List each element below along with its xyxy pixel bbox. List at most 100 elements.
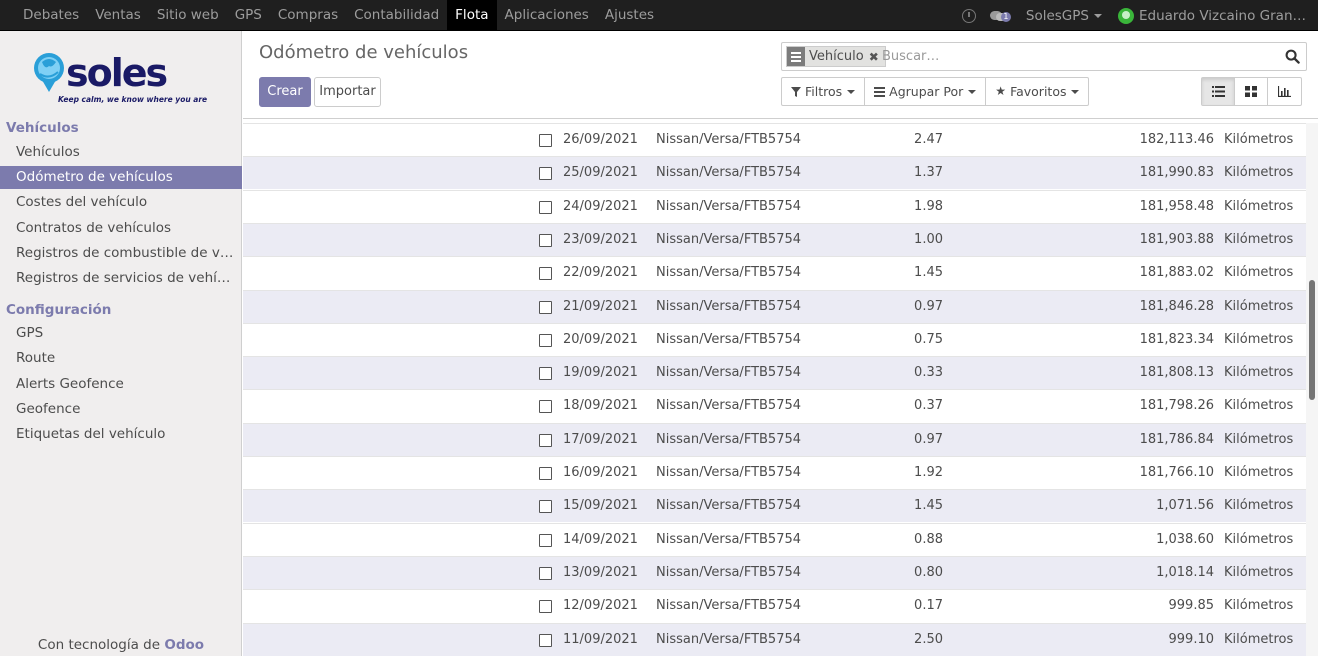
table-row[interactable]: 14/09/2021 Nissan/Versa/FTB5754 0.88 1,038.… — [243, 522, 1306, 556]
user-menu[interactable]: Eduardo Vizcaino Gran… — [1139, 8, 1306, 24]
menu-aplicaciones[interactable]: Aplicaciones — [497, 0, 597, 31]
soles-logo[interactable]: soles Keep calm, we know where you are — [30, 46, 210, 108]
row-checkbox[interactable] — [539, 167, 552, 181]
sidebar-item-contratos[interactable]: Contratos de vehículos — [0, 217, 242, 240]
value-cell: 0.37 — [914, 398, 943, 414]
value-cell: 0.80 — [914, 564, 943, 580]
sidebar-item-odometro[interactable]: Odómetro de vehículos — [0, 166, 242, 189]
table-row[interactable]: 25/09/2021 Nissan/Versa/FTB5754 1.37 181,99… — [243, 156, 1306, 190]
unit-cell: Kilómetros — [1224, 265, 1294, 281]
groupby-facet-icon — [787, 47, 805, 66]
row-checkbox[interactable] — [539, 367, 552, 381]
activity-clock-icon[interactable] — [961, 8, 976, 23]
favorites-label: Favoritos — [1010, 84, 1067, 99]
table-row[interactable]: 21/09/2021 Nissan/Versa/FTB5754 0.97 181,84… — [243, 289, 1306, 323]
odometer-cell: 181,846.28 — [1139, 298, 1214, 314]
sidebar-item-alerts-geofence[interactable]: Alerts Geofence — [0, 373, 242, 396]
table-row[interactable]: 26/09/2021 Nissan/Versa/FTB5754 2.47 182,11… — [243, 123, 1306, 156]
sidebar-item-geofence[interactable]: Geofence — [0, 398, 242, 421]
vehicle-cell: Nissan/Versa/FTB5754 — [656, 165, 802, 181]
unit-cell: Kilómetros — [1224, 598, 1294, 614]
table-row[interactable]: 16/09/2021 Nissan/Versa/FTB5754 1.92 181,76… — [243, 456, 1306, 489]
row-checkbox[interactable] — [539, 600, 552, 614]
sidebar-item-costes[interactable]: Costes del vehículo — [0, 191, 242, 214]
row-checkbox[interactable] — [539, 533, 552, 547]
sidebar-item-vehiculos[interactable]: Vehículos — [0, 141, 242, 164]
table-row[interactable]: 23/09/2021 Nissan/Versa/FTB5754 1.00 181,90… — [243, 222, 1306, 256]
vehicle-cell: Nissan/Versa/FTB5754 — [656, 365, 802, 381]
menu-ajustes[interactable]: Ajustes — [597, 0, 662, 31]
sidebar-item-etiquetas[interactable]: Etiquetas del vehículo — [0, 423, 242, 446]
row-checkbox[interactable] — [539, 233, 552, 247]
value-cell: 0.97 — [914, 298, 943, 314]
odometer-cell: 999.85 — [1168, 598, 1215, 614]
menu-gps[interactable]: GPS — [227, 0, 270, 31]
row-checkbox[interactable] — [539, 134, 552, 147]
scrollbar-thumb[interactable] — [1309, 280, 1315, 400]
row-checkbox[interactable] — [539, 467, 552, 480]
groupby-button[interactable]: Agrupar Por — [865, 78, 987, 105]
row-checkbox[interactable] — [539, 400, 552, 414]
value-cell: 2.50 — [914, 631, 943, 647]
vehicle-cell: Nissan/Versa/FTB5754 — [656, 231, 802, 247]
row-checkbox[interactable] — [539, 300, 552, 314]
table-row[interactable]: 18/09/2021 Nissan/Versa/FTB5754 0.37 181,79… — [243, 389, 1306, 422]
menu-ventas[interactable]: Ventas — [87, 0, 149, 31]
row-checkbox[interactable] — [539, 500, 552, 514]
table-row[interactable]: 24/09/2021 Nissan/Versa/FTB5754 1.98 181,95… — [243, 189, 1306, 223]
row-checkbox[interactable] — [539, 333, 552, 347]
list-scrollbar[interactable] — [1306, 123, 1318, 656]
sidebar-item-combustible[interactable]: Registros de combustible de v… — [0, 242, 242, 265]
chevron-down-icon — [1071, 89, 1080, 94]
menu-contabilidad[interactable]: Contabilidad — [346, 0, 447, 31]
unit-cell: Kilómetros — [1224, 331, 1294, 347]
vehicle-cell: Nissan/Versa/FTB5754 — [656, 198, 802, 214]
odometer-cell: 1,071.56 — [1156, 498, 1214, 514]
filter-icon — [791, 86, 801, 97]
row-checkbox[interactable] — [539, 633, 552, 647]
control-panel: Odómetro de vehículos Crear Importar Veh… — [243, 31, 1318, 119]
row-checkbox[interactable] — [539, 200, 552, 214]
date-cell: 19/09/2021 — [563, 365, 638, 381]
table-row[interactable]: 20/09/2021 Nissan/Versa/FTB5754 0.75 181,82… — [243, 322, 1306, 356]
table-row[interactable]: 22/09/2021 Nissan/Versa/FTB5754 1.45 181,88… — [243, 256, 1306, 289]
odometer-cell: 181,798.26 — [1139, 398, 1214, 414]
create-button[interactable]: Crear — [259, 77, 311, 107]
remove-facet-icon[interactable]: ✖ — [869, 50, 879, 64]
company-switcher[interactable]: SolesGPS — [1026, 8, 1102, 24]
table-row[interactable]: 17/09/2021 Nissan/Versa/FTB5754 0.97 181,78… — [243, 422, 1306, 456]
table-row[interactable]: 15/09/2021 Nissan/Versa/FTB5754 1.45 1,071.… — [243, 489, 1306, 523]
messages-icon[interactable]: 1 — [989, 10, 1011, 22]
row-checkbox[interactable] — [539, 433, 552, 447]
date-cell: 21/09/2021 — [563, 298, 638, 314]
svg-text:Keep calm, we know where you a: Keep calm, we know where you are — [58, 95, 207, 104]
favorites-button[interactable]: ★ Favoritos — [986, 78, 1088, 105]
filters-button[interactable]: Filtros — [782, 78, 866, 105]
menu-sitio-web[interactable]: Sitio web — [149, 0, 227, 31]
top-navbar: Debates Ventas Sitio web GPS Compras Con… — [0, 0, 1318, 31]
odoo-link[interactable]: Odoo — [164, 637, 204, 653]
date-cell: 24/09/2021 — [563, 198, 638, 214]
menu-compras[interactable]: Compras — [270, 0, 346, 31]
sidebar-item-route[interactable]: Route — [0, 347, 242, 370]
row-checkbox[interactable] — [539, 566, 552, 580]
kanban-view-button[interactable] — [1235, 78, 1268, 105]
search-icon[interactable] — [1285, 49, 1300, 64]
user-avatar-icon[interactable] — [1117, 7, 1134, 24]
menu-flota[interactable]: Flota — [447, 0, 497, 31]
sidebar-item-gps[interactable]: GPS — [0, 322, 242, 345]
graph-view-button[interactable] — [1268, 78, 1301, 105]
table-row[interactable]: 13/09/2021 Nissan/Versa/FTB5754 0.80 1,018.… — [243, 555, 1306, 589]
import-button[interactable]: Importar — [314, 77, 381, 107]
vehicle-cell: Nissan/Versa/FTB5754 — [656, 132, 802, 147]
list-view-button[interactable] — [1202, 78, 1235, 105]
search-input[interactable] — [882, 45, 1272, 68]
odometer-cell: 181,808.13 — [1139, 365, 1214, 381]
menu-debates[interactable]: Debates — [15, 0, 87, 31]
row-checkbox[interactable] — [539, 267, 552, 281]
table-row[interactable]: 12/09/2021 Nissan/Versa/FTB5754 0.17 999.85… — [243, 589, 1306, 622]
odometer-cell: 181,990.83 — [1139, 165, 1214, 181]
table-row[interactable]: 11/09/2021 Nissan/Versa/FTB5754 2.50 999.10… — [243, 622, 1306, 656]
table-row[interactable]: 19/09/2021 Nissan/Versa/FTB5754 0.33 181,80… — [243, 356, 1306, 390]
sidebar-item-servicios[interactable]: Registros de servicios de vehí… — [0, 267, 242, 290]
